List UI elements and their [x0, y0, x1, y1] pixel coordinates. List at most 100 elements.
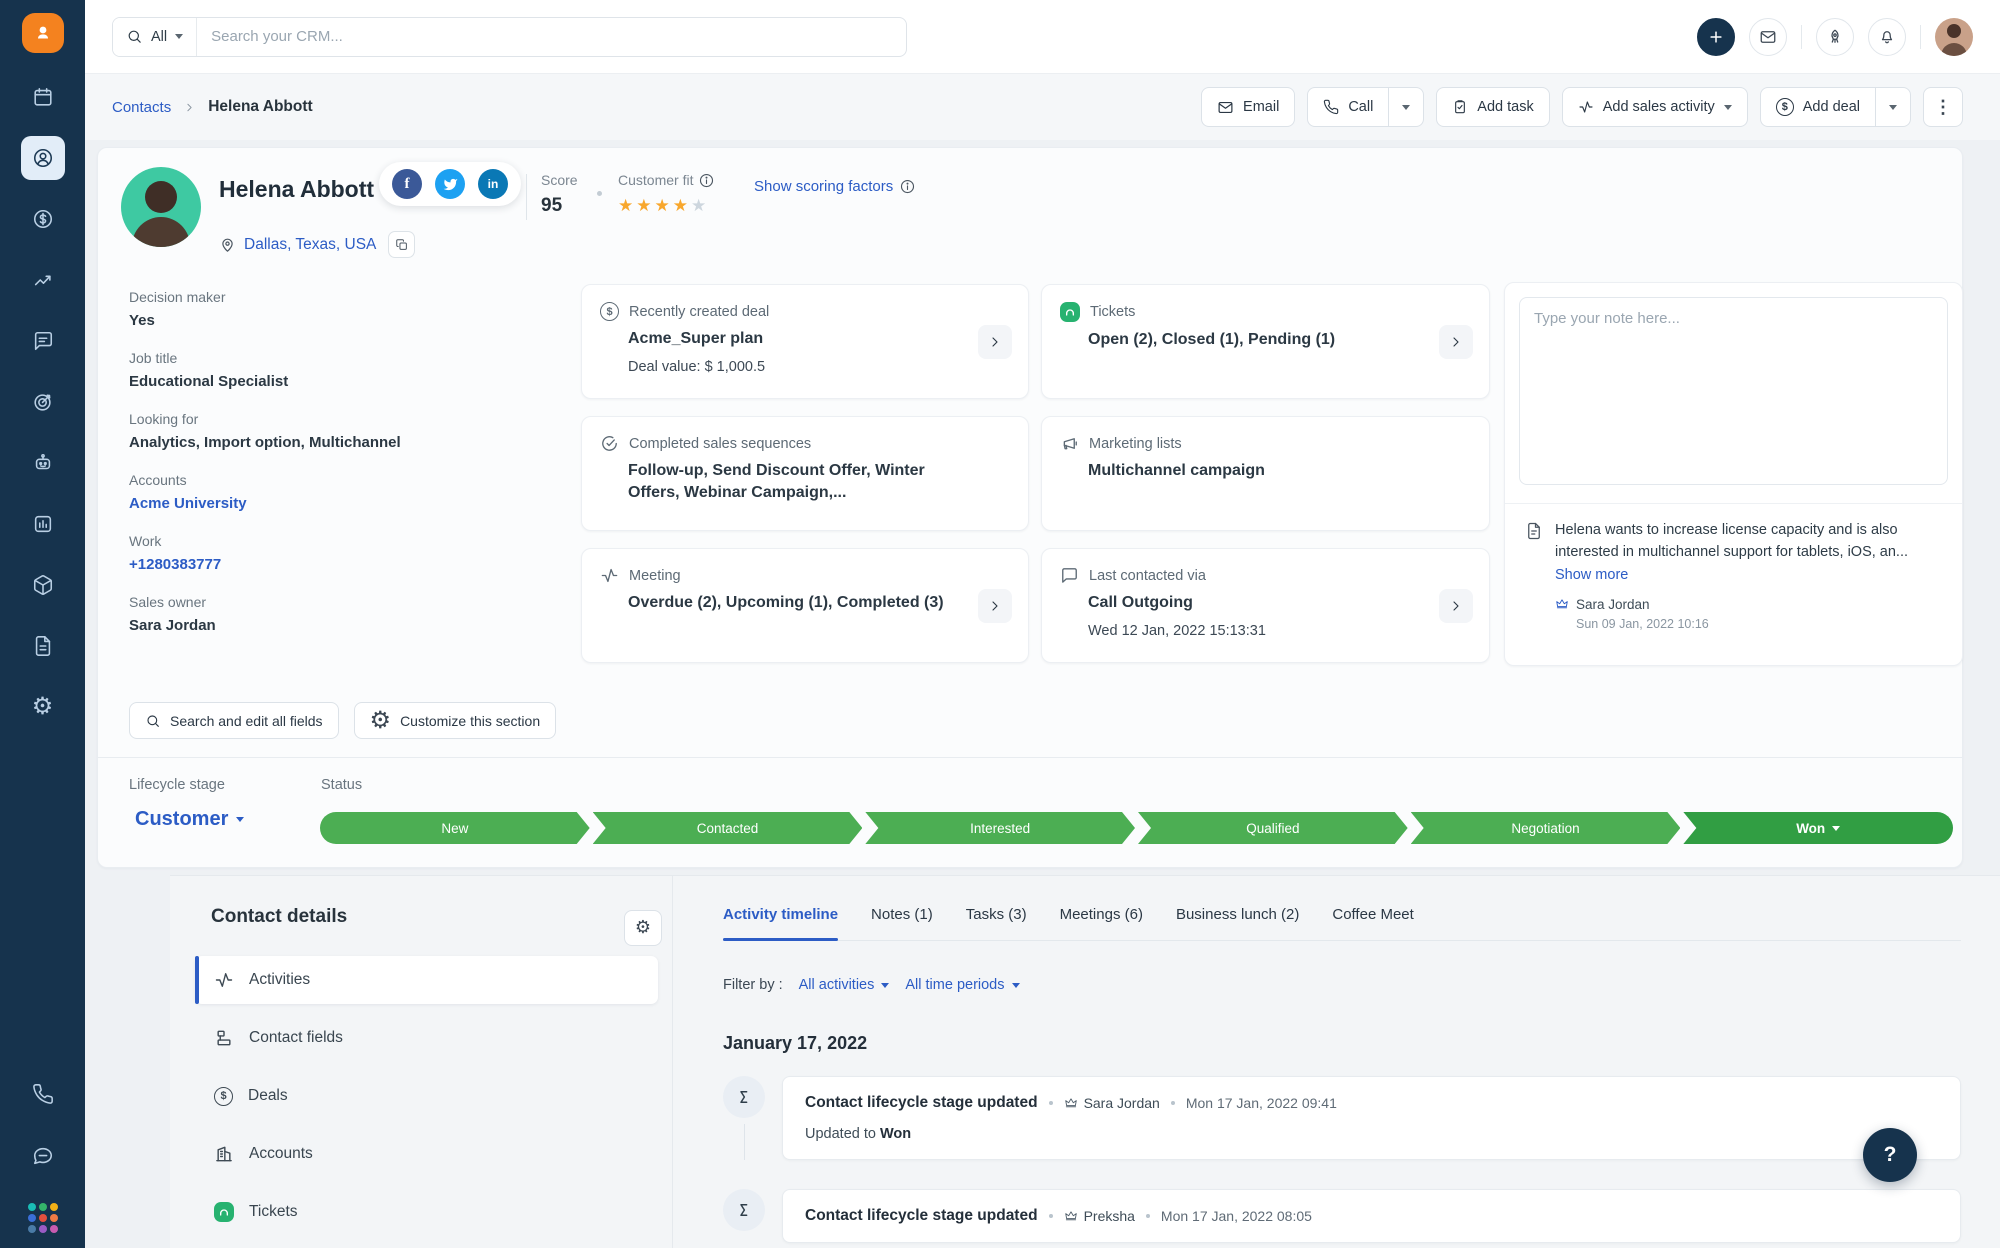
- show-scoring-factors-link[interactable]: Show scoring factors: [754, 178, 915, 195]
- stage-negotiation[interactable]: Negotiation: [1411, 812, 1681, 844]
- add-sales-activity-button[interactable]: Add sales activity: [1561, 87, 1748, 127]
- whats-new-button[interactable]: [1816, 17, 1854, 56]
- facebook-icon[interactable]: f: [392, 169, 422, 199]
- freshsales-logo[interactable]: [21, 13, 64, 53]
- details-item-accounts[interactable]: Accounts: [195, 1130, 658, 1178]
- contact-details-panel: Contact details Activities Contact field…: [170, 876, 673, 1248]
- tab-activity-timeline[interactable]: Activity timeline: [723, 906, 839, 941]
- sidebar-item-deals[interactable]: [21, 197, 65, 241]
- quick-add-button[interactable]: [1697, 17, 1735, 56]
- add-deal-options-button[interactable]: [1876, 87, 1911, 127]
- tab-tasks[interactable]: Tasks (3): [966, 906, 1027, 923]
- note-item: Helena wants to increase license capacit…: [1519, 504, 1948, 631]
- tab-notes[interactable]: Notes (1): [871, 906, 933, 923]
- search-scope-label: All: [151, 28, 168, 45]
- sidebar-item-goals[interactable]: [21, 380, 65, 424]
- meeting-card[interactable]: Meeting Overdue (2), Upcoming (1), Compl…: [581, 548, 1029, 663]
- tickets-card[interactable]: Tickets Open (2), Closed (1), Pending (1…: [1041, 284, 1490, 399]
- sidebar-item-contacts[interactable]: [20, 136, 65, 180]
- field-value-link[interactable]: Acme University: [129, 495, 559, 512]
- details-item-contact-fields[interactable]: Contact fields: [195, 1014, 658, 1062]
- linkedin-icon[interactable]: in: [478, 169, 508, 199]
- sidebar-item-calendar[interactable]: [21, 75, 65, 119]
- score-label: Score: [541, 172, 578, 188]
- contact-avatar[interactable]: [121, 167, 201, 247]
- field-value: Sara Jordan: [129, 617, 216, 634]
- entry-rail: [723, 1076, 765, 1160]
- message-icon: [1062, 568, 1077, 583]
- breadcrumb-chevron-icon: [183, 101, 196, 114]
- breadcrumb-contacts-link[interactable]: Contacts: [112, 99, 171, 116]
- call-options-button[interactable]: [1389, 87, 1425, 127]
- stage-new[interactable]: New: [320, 812, 590, 844]
- card-open-button[interactable]: [1439, 324, 1473, 359]
- recently-created-deal-card[interactable]: Recently created deal Acme_Super plan De…: [581, 284, 1029, 399]
- lifecycle-stage-dropdown[interactable]: Customer: [135, 808, 245, 831]
- details-item-activities[interactable]: Activities: [195, 956, 658, 1004]
- filter-periods-dropdown[interactable]: All time periods: [905, 977, 1020, 993]
- tab-meetings[interactable]: Meetings (6): [1060, 906, 1143, 923]
- sidebar-item-documents[interactable]: [21, 624, 65, 668]
- stage-contacted[interactable]: Contacted: [593, 812, 863, 844]
- stage-interested[interactable]: Interested: [865, 812, 1135, 844]
- topbar-divider: [1920, 24, 1921, 49]
- field-accounts: Accounts Acme University: [129, 472, 559, 512]
- last-contacted-card[interactable]: Last contacted via Call Outgoing Wed 12 …: [1041, 548, 1490, 663]
- customize-section-button[interactable]: Customize this section: [353, 702, 557, 739]
- card-title: Marketing lists: [1089, 435, 1182, 452]
- filter-activities-label: All activities: [798, 977, 875, 993]
- sidebar-item-products[interactable]: [21, 563, 65, 607]
- star-empty-icon: [691, 196, 709, 215]
- card-open-button[interactable]: [978, 324, 1012, 359]
- stage-qualified[interactable]: Qualified: [1138, 812, 1408, 844]
- info-icon[interactable]: [699, 173, 714, 188]
- stage-won-dropdown[interactable]: Won: [1683, 812, 1953, 844]
- sidebar-item-conversations[interactable]: [21, 319, 65, 363]
- search-input[interactable]: [197, 28, 906, 45]
- sidebar-item-phone[interactable]: [21, 1072, 65, 1116]
- tab-business-lunch[interactable]: Business lunch (2): [1176, 906, 1299, 923]
- crown-icon: [1556, 599, 1568, 609]
- field-value-link[interactable]: +1280383777: [129, 556, 559, 573]
- contact-name: Helena Abbott: [219, 176, 375, 202]
- search-scope-dropdown[interactable]: All: [113, 17, 198, 56]
- sidebar-item-bot[interactable]: [21, 441, 65, 485]
- search-edit-fields-button[interactable]: Search and edit all fields: [129, 702, 339, 739]
- contact-details-settings-button[interactable]: [624, 910, 662, 946]
- card-open-button[interactable]: [978, 588, 1012, 623]
- marketing-lists-card[interactable]: Marketing lists Multichannel campaign: [1041, 416, 1490, 531]
- call-button[interactable]: Call: [1307, 87, 1390, 127]
- calendar-icon: [33, 87, 52, 106]
- sidebar-item-settings[interactable]: [21, 685, 65, 729]
- show-more-link[interactable]: Show more: [1555, 567, 1628, 583]
- details-item-label: Activities: [249, 971, 311, 988]
- sidebar-item-reports[interactable]: [21, 502, 65, 546]
- file-text-icon: [1528, 522, 1540, 540]
- email-button[interactable]: Email: [1201, 87, 1296, 127]
- add-deal-button[interactable]: Add deal: [1759, 87, 1876, 127]
- copy-location-button[interactable]: [388, 231, 416, 258]
- sidebar-item-analytics[interactable]: [21, 258, 65, 302]
- details-item-tickets[interactable]: Tickets: [195, 1188, 658, 1236]
- entry-body: Updated to Won: [805, 1126, 1938, 1142]
- rail-connector: [743, 1124, 745, 1160]
- more-actions-button[interactable]: [1923, 87, 1963, 127]
- help-button[interactable]: ?: [1863, 1128, 1917, 1182]
- tab-coffee-meet[interactable]: Coffee Meet: [1332, 906, 1413, 923]
- note-input[interactable]: [1519, 297, 1948, 485]
- twitter-icon[interactable]: [435, 169, 465, 199]
- filter-activities-dropdown[interactable]: All activities: [799, 977, 890, 993]
- sidebar-item-chat-support[interactable]: [21, 1134, 65, 1178]
- notifications-button[interactable]: [1868, 17, 1906, 56]
- stage-won-label: Won: [1796, 820, 1826, 836]
- card-open-button[interactable]: [1439, 588, 1473, 623]
- add-task-button[interactable]: Add task: [1436, 87, 1550, 127]
- details-item-label: Accounts: [249, 1145, 313, 1162]
- email-inbox-button[interactable]: [1749, 17, 1787, 56]
- completed-sequences-card[interactable]: Completed sales sequences Follow-up, Sen…: [581, 416, 1029, 531]
- info-icon[interactable]: [900, 179, 915, 194]
- details-item-deals[interactable]: Deals: [195, 1072, 658, 1120]
- sidebar-item-apps-switcher[interactable]: [21, 1196, 65, 1240]
- user-avatar[interactable]: [1935, 17, 1973, 56]
- contact-location-link[interactable]: Dallas, Texas, USA: [244, 236, 376, 254]
